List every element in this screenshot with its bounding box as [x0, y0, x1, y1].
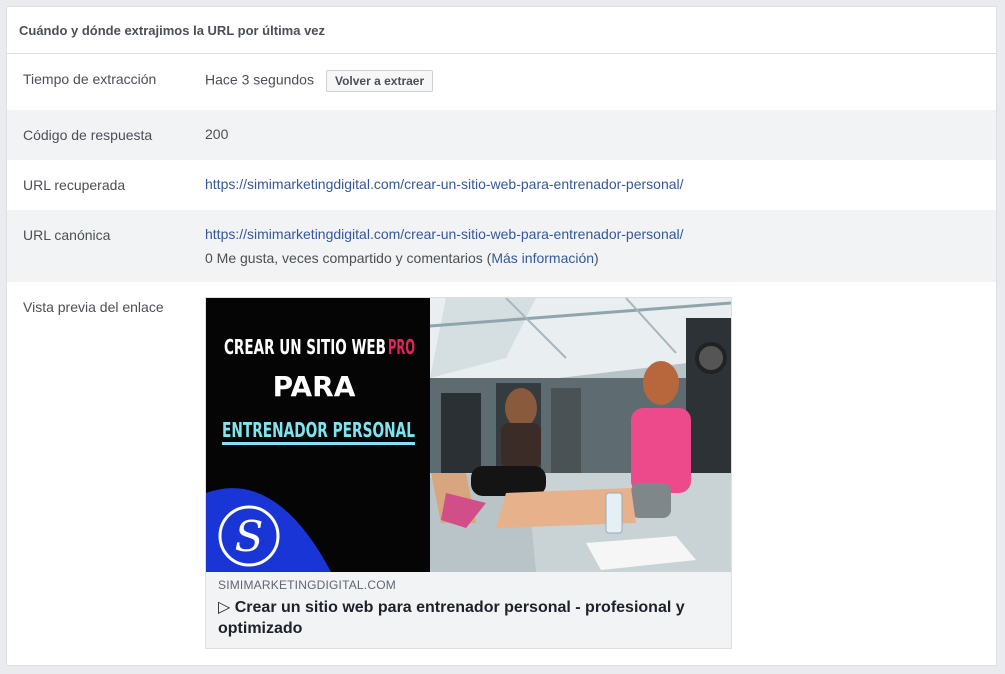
link-preview-card[interactable]: S CREAR UN SITIO WEB PRO PARA ENTRENADOR…: [205, 297, 732, 649]
canonical-url-link[interactable]: https://simimarketingdigital.com/crear-u…: [205, 226, 684, 242]
row-fetched-url: URL recuperada https://simimarketingdigi…: [7, 160, 996, 210]
response-code-label: Código de respuesta: [23, 127, 153, 143]
extraction-time-value-wrap: Hace 3 segundos Volver a extraer: [205, 70, 434, 92]
engagement-stats-close: ): [594, 250, 599, 266]
preview-title[interactable]: ▷ Crear un sitio web para entrenador per…: [218, 597, 719, 639]
more-info-link[interactable]: Más información: [491, 250, 594, 266]
canonical-url-label: URL canónica: [23, 227, 111, 243]
row-extraction-time: Tiempo de extracción Hace 3 segundos Volv…: [7, 54, 996, 110]
debugger-panel: Cuándo y dónde extrajimos la URL por últ…: [6, 6, 997, 666]
preview-image: S CREAR UN SITIO WEB PRO PARA ENTRENADOR…: [206, 298, 731, 572]
preview-heading-line3: ENTRENADOR PERSONAL: [222, 418, 415, 442]
rescrape-button[interactable]: Volver a extraer: [325, 70, 434, 92]
row-response-code: Código de respuesta 200: [7, 110, 996, 160]
engagement-stats: 0 Me gusta, veces compartido y comentari…: [205, 250, 599, 266]
row-link-preview: Vista previa del enlace S CREAR UN SITIO…: [7, 282, 996, 665]
preview-heading-pro: PRO: [388, 335, 415, 359]
fetched-url-link[interactable]: https://simimarketingdigital.com/crear-u…: [205, 176, 684, 192]
panel-title: Cuándo y dónde extrajimos la URL por últ…: [7, 7, 996, 54]
preview-heading-line1: CREAR UN SITIO WEB: [224, 335, 386, 359]
preview-caption: SIMIMARKETINGDIGITAL.COM ▷ Crear un siti…: [218, 578, 719, 639]
fetched-url-label: URL recuperada: [23, 177, 126, 193]
preview-domain: SIMIMARKETINGDIGITAL.COM: [218, 578, 396, 592]
extraction-time-value: Hace 3 segundos: [205, 71, 314, 88]
response-code-value: 200: [205, 126, 229, 142]
extraction-time-label: Tiempo de extracción: [23, 71, 157, 87]
preview-heading-line2: PARA: [273, 370, 356, 403]
preview-logo-letter: S: [235, 512, 264, 561]
link-preview-label: Vista previa del enlace: [23, 299, 164, 315]
engagement-stats-text: 0 Me gusta, veces compartido y comentari…: [205, 250, 492, 266]
row-canonical-url: URL canónica https://simimarketingdigita…: [7, 210, 996, 282]
